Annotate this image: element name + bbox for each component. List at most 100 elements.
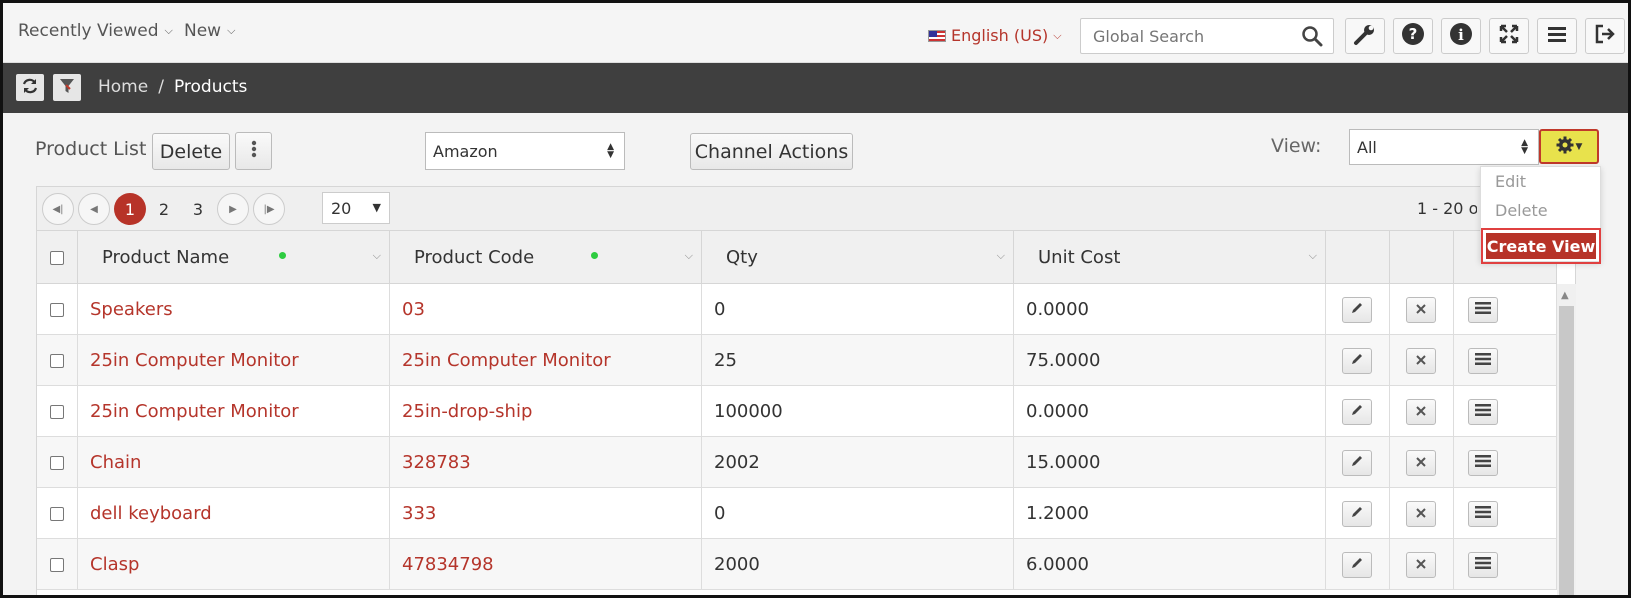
column-header-product-code[interactable]: Product Code ⌵	[390, 231, 702, 284]
row-menu-button[interactable]	[1468, 449, 1498, 476]
close-icon	[1415, 350, 1427, 371]
edit-button[interactable]	[1342, 449, 1372, 476]
vertical-scrollbar[interactable]: ▲	[1557, 284, 1576, 595]
page-number[interactable]: 2	[148, 193, 180, 225]
close-icon	[1415, 503, 1427, 524]
global-search-input[interactable]	[1081, 19, 1281, 53]
unit-cost-cell: 1.2000	[1014, 488, 1326, 539]
edit-button[interactable]	[1342, 347, 1372, 374]
more-cell	[1454, 386, 1557, 437]
menu-item-create-view[interactable]: Create View	[1481, 228, 1601, 264]
language-selector[interactable]: English (US) ⌵	[928, 26, 1062, 45]
row-checkbox[interactable]	[50, 506, 64, 521]
table-row: 25in Computer Monitor 25in-drop-ship 10000…	[37, 386, 1557, 437]
view-select[interactable]: All ▲ ▼	[1349, 129, 1539, 165]
product-name-link[interactable]: Clasp	[78, 539, 390, 590]
product-name-link[interactable]: 25in Computer Monitor	[78, 335, 390, 386]
qty-cell: 2002	[702, 437, 1014, 488]
info-button[interactable]: i	[1441, 18, 1481, 54]
product-code-link[interactable]: 328783	[390, 437, 702, 488]
close-icon	[1415, 401, 1427, 422]
product-name-link[interactable]: Speakers	[78, 284, 390, 335]
row-menu-button[interactable]	[1468, 296, 1498, 323]
last-page-button[interactable]: |▶︎	[253, 193, 285, 225]
recently-viewed-menu[interactable]: Recently Viewed ⌵	[18, 21, 173, 41]
refresh-icon	[21, 77, 39, 99]
column-header-unit-cost[interactable]: Unit Cost ⌵	[1014, 231, 1326, 284]
search-icon[interactable]	[1301, 25, 1323, 51]
menu-item-edit[interactable]: Edit	[1495, 172, 1526, 191]
wrench-button[interactable]	[1345, 18, 1385, 54]
scrollbar-thumb[interactable]	[1559, 306, 1574, 595]
row-select-cell	[37, 335, 78, 386]
new-menu[interactable]: New ⌵	[184, 21, 235, 41]
row-delete-button[interactable]	[1406, 347, 1436, 374]
edit-button[interactable]	[1342, 398, 1372, 425]
page-number[interactable]: 1	[114, 193, 146, 225]
chevron-down-icon[interactable]: ⌵	[685, 249, 693, 263]
row-delete-button[interactable]	[1406, 296, 1436, 323]
select-all-checkbox[interactable]	[50, 250, 64, 265]
channel-select[interactable]: Amazon ▲ ▼	[425, 132, 625, 170]
filter-button[interactable]	[53, 74, 81, 101]
first-page-icon: ◀︎|	[52, 203, 64, 215]
scroll-up-icon[interactable]: ▲	[1561, 290, 1569, 301]
row-checkbox[interactable]	[50, 404, 64, 419]
qty-cell: 100000	[702, 386, 1014, 437]
column-header-product-name[interactable]: Product Name ⌵	[78, 231, 390, 284]
chevron-down-icon[interactable]: ⌵	[1309, 249, 1317, 263]
view-settings-button[interactable]: ▼	[1539, 129, 1599, 164]
channel-actions-button[interactable]: Channel Actions	[690, 133, 853, 170]
product-name-link[interactable]: Chain	[78, 437, 390, 488]
status-dot-icon	[279, 252, 286, 259]
main-menu-button[interactable]	[1537, 18, 1577, 54]
row-checkbox[interactable]	[50, 302, 64, 317]
view-settings-menu: Edit Delete Create View	[1480, 166, 1601, 264]
product-code-link[interactable]: 333	[390, 488, 702, 539]
product-code-link[interactable]: 25in Computer Monitor	[390, 335, 702, 386]
next-page-button[interactable]: ▶︎	[217, 193, 249, 225]
more-cell	[1454, 539, 1557, 590]
menu-item-delete[interactable]: Delete	[1495, 201, 1548, 220]
row-delete-button[interactable]	[1406, 551, 1436, 578]
product-code-link[interactable]: 25in-drop-ship	[390, 386, 702, 437]
help-button[interactable]: ?	[1393, 18, 1433, 54]
row-menu-button[interactable]	[1468, 500, 1498, 527]
page-number[interactable]: 3	[182, 193, 214, 225]
menu-icon	[1474, 554, 1492, 575]
pencil-icon	[1350, 401, 1364, 422]
row-checkbox[interactable]	[50, 353, 64, 368]
row-delete-button[interactable]	[1406, 449, 1436, 476]
row-delete-button[interactable]	[1406, 398, 1436, 425]
first-page-button[interactable]: ◀︎|	[42, 193, 74, 225]
chevron-down-icon[interactable]: ⌵	[373, 249, 381, 263]
chevron-down-icon: ⌵	[1053, 28, 1062, 42]
column-header-qty[interactable]: Qty ⌵	[702, 231, 1014, 284]
product-name-link[interactable]: dell keyboard	[78, 488, 390, 539]
row-checkbox[interactable]	[50, 455, 64, 470]
chevron-down-icon[interactable]: ⌵	[997, 249, 1005, 263]
row-menu-button[interactable]	[1468, 398, 1498, 425]
page-size-select[interactable]: 20 ▼	[322, 192, 390, 224]
row-menu-button[interactable]	[1468, 551, 1498, 578]
prev-page-button[interactable]: ◀︎	[78, 193, 110, 225]
fullscreen-button[interactable]	[1489, 18, 1529, 54]
column-header-delete	[1390, 231, 1454, 284]
refresh-button[interactable]	[16, 74, 44, 101]
row-delete-button[interactable]	[1406, 500, 1436, 527]
edit-button[interactable]	[1342, 500, 1372, 527]
qty-cell: 0	[702, 284, 1014, 335]
more-actions-button[interactable]	[235, 132, 272, 170]
edit-button[interactable]	[1342, 551, 1372, 578]
delete-cell	[1390, 539, 1454, 590]
product-name-link[interactable]: 25in Computer Monitor	[78, 386, 390, 437]
product-code-link[interactable]: 47834798	[390, 539, 702, 590]
row-menu-button[interactable]	[1468, 347, 1498, 374]
delete-button[interactable]: Delete	[152, 133, 230, 170]
edit-button[interactable]	[1342, 296, 1372, 323]
breadcrumb-home[interactable]: Home	[98, 77, 148, 97]
global-search	[1080, 18, 1334, 54]
row-checkbox[interactable]	[50, 557, 64, 572]
product-code-link[interactable]: 03	[390, 284, 702, 335]
logout-button[interactable]	[1585, 18, 1625, 54]
